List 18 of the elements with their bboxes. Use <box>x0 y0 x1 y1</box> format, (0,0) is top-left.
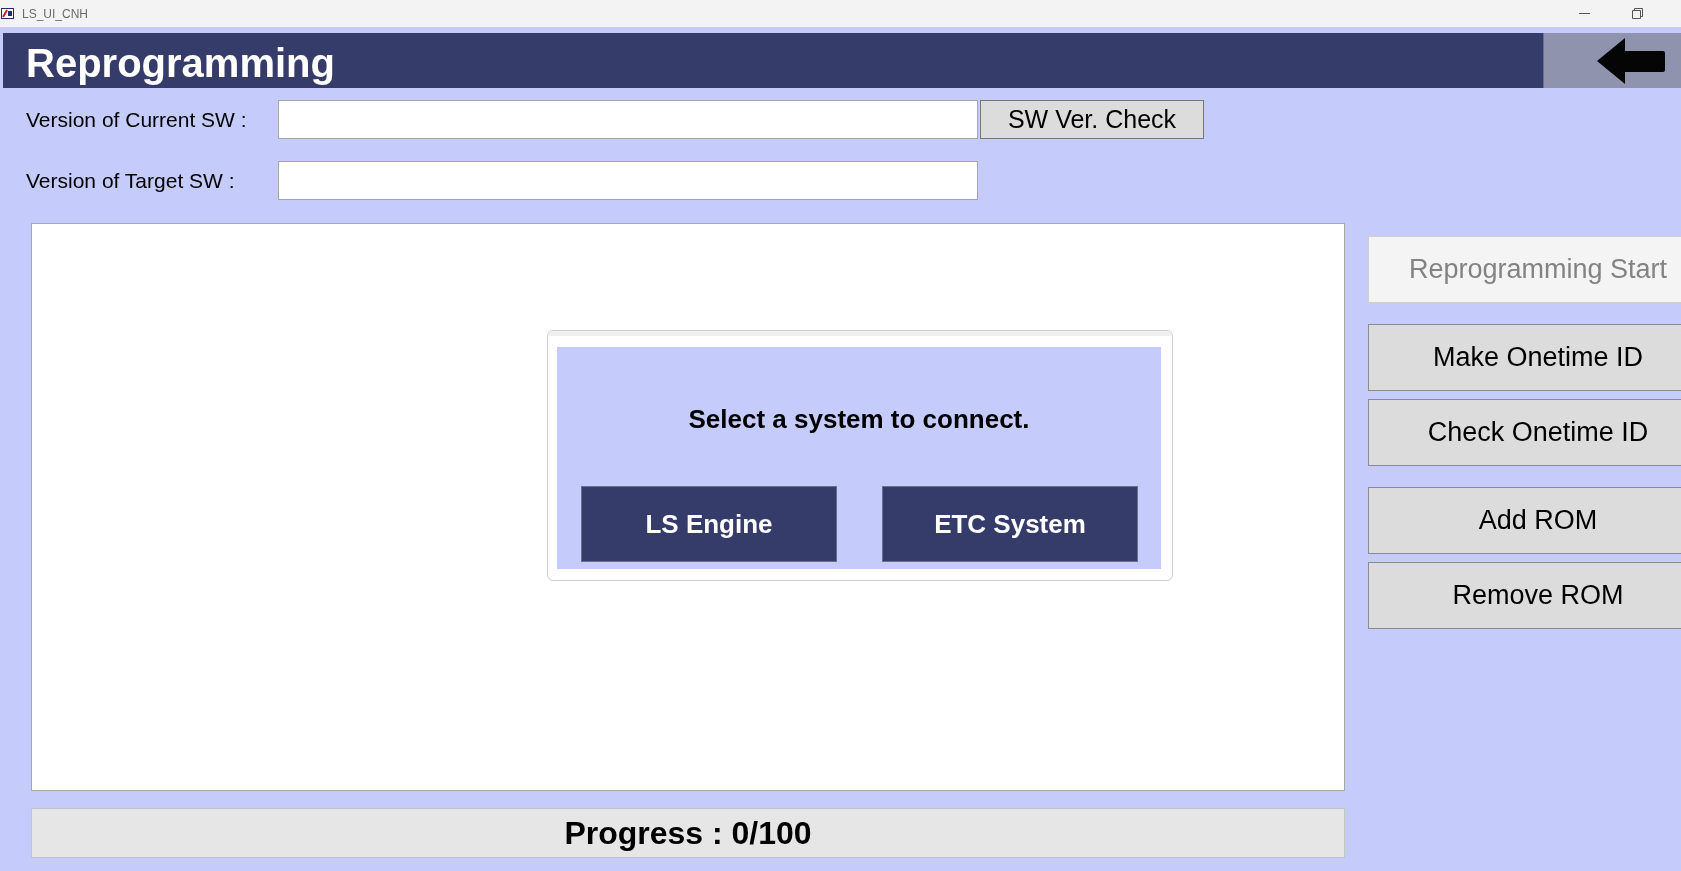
action-button[interactable]: Make Onetime ID <box>1368 324 1681 391</box>
window-title: LS_UI_CNH <box>22 6 89 21</box>
back-button[interactable] <box>1543 33 1681 88</box>
dialog-message: Select a system to connect. <box>687 404 1031 434</box>
version-input-field[interactable] <box>278 161 978 200</box>
restore-icon[interactable] <box>1632 8 1643 19</box>
field-label: Version of Target SW : <box>26 168 236 193</box>
version-input-field[interactable] <box>278 100 978 139</box>
page-title: Reprogramming <box>26 39 335 87</box>
system-button[interactable]: LS Engine <box>581 486 837 562</box>
action-button[interactable]: Remove ROM <box>1368 562 1681 629</box>
version-check-button[interactable]: SW Ver. Check <box>980 100 1204 139</box>
status-text: Progress : 0/100 <box>564 814 812 852</box>
action-button[interactable]: Add ROM <box>1368 487 1681 554</box>
action-button[interactable]: Check Onetime ID <box>1368 399 1681 466</box>
left-arrow-icon <box>1597 37 1665 84</box>
field-label: Version of Current SW : <box>26 107 248 132</box>
system-button[interactable]: ETC System <box>882 486 1138 562</box>
